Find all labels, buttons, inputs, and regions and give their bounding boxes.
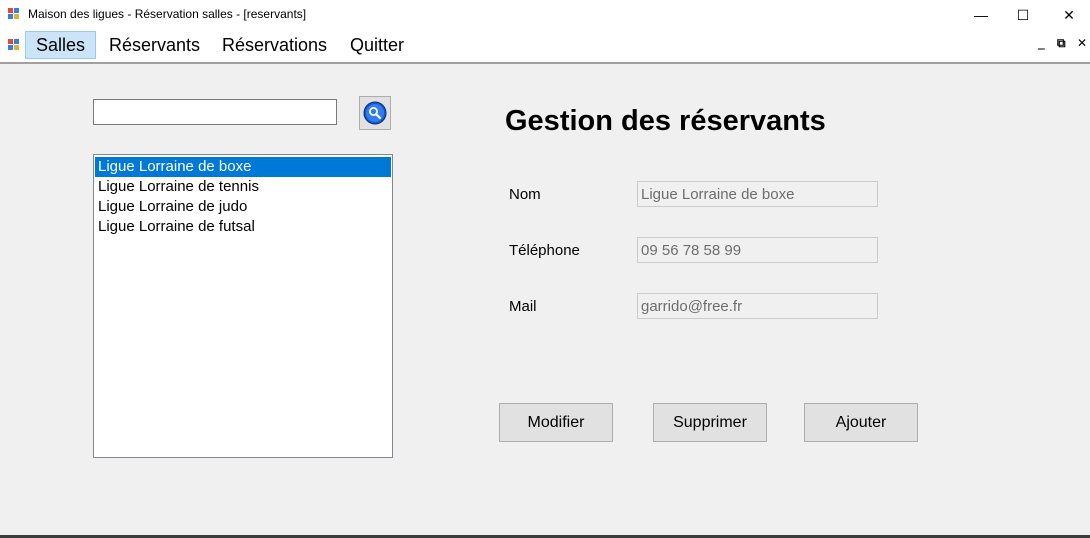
- app-icon: [8, 8, 20, 20]
- menu-reservations[interactable]: Réservations: [212, 31, 337, 59]
- list-item[interactable]: Ligue Lorraine de judo: [95, 197, 391, 217]
- list-item[interactable]: Ligue Lorraine de futsal: [95, 217, 391, 237]
- search-input[interactable]: [93, 99, 337, 125]
- nom-field[interactable]: [637, 181, 878, 207]
- list-item[interactable]: Ligue Lorraine de tennis: [95, 177, 391, 197]
- mail-field[interactable]: [637, 293, 878, 319]
- page-title: Gestion des réservants: [505, 105, 826, 137]
- window-title: Maison des ligues - Réservation salles -…: [28, 7, 307, 21]
- mail-label: Mail: [509, 298, 537, 315]
- search-button[interactable]: [359, 96, 391, 130]
- nom-label: Nom: [509, 186, 541, 203]
- close-icon: ✕: [1063, 6, 1075, 23]
- maximize-button[interactable]: ☐: [1000, 0, 1046, 30]
- mdi-close-icon[interactable]: ✕: [1077, 36, 1087, 50]
- supprimer-button[interactable]: Supprimer: [653, 403, 767, 442]
- telephone-label: Téléphone: [509, 242, 580, 259]
- list-item[interactable]: Ligue Lorraine de boxe: [95, 157, 391, 177]
- maximize-icon: ☐: [1016, 6, 1030, 23]
- mdi-restore-icon[interactable]: ⧉: [1057, 36, 1066, 51]
- minimize-button[interactable]: —: [958, 0, 1004, 30]
- menu-reservants[interactable]: Réservants: [99, 31, 210, 59]
- modifier-button[interactable]: Modifier: [499, 403, 613, 442]
- close-button[interactable]: ✕: [1046, 0, 1090, 30]
- minimize-icon: —: [974, 7, 988, 23]
- menu-quitter[interactable]: Quitter: [340, 31, 414, 59]
- telephone-field[interactable]: [637, 237, 878, 263]
- mdi-child-icon[interactable]: [8, 39, 20, 51]
- reservants-listbox[interactable]: Ligue Lorraine de boxe Ligue Lorraine de…: [93, 154, 393, 458]
- title-bar: Maison des ligues - Réservation salles -…: [0, 0, 1090, 30]
- magnifier-icon: [363, 101, 387, 125]
- ajouter-button[interactable]: Ajouter: [804, 403, 918, 442]
- menu-separator: [0, 62, 1090, 64]
- menu-salles[interactable]: Salles: [25, 31, 97, 59]
- mdi-minimize-icon[interactable]: ‗: [1038, 36, 1045, 50]
- menu-bar: Salles Réservants Réservations Quitter: [0, 30, 1090, 62]
